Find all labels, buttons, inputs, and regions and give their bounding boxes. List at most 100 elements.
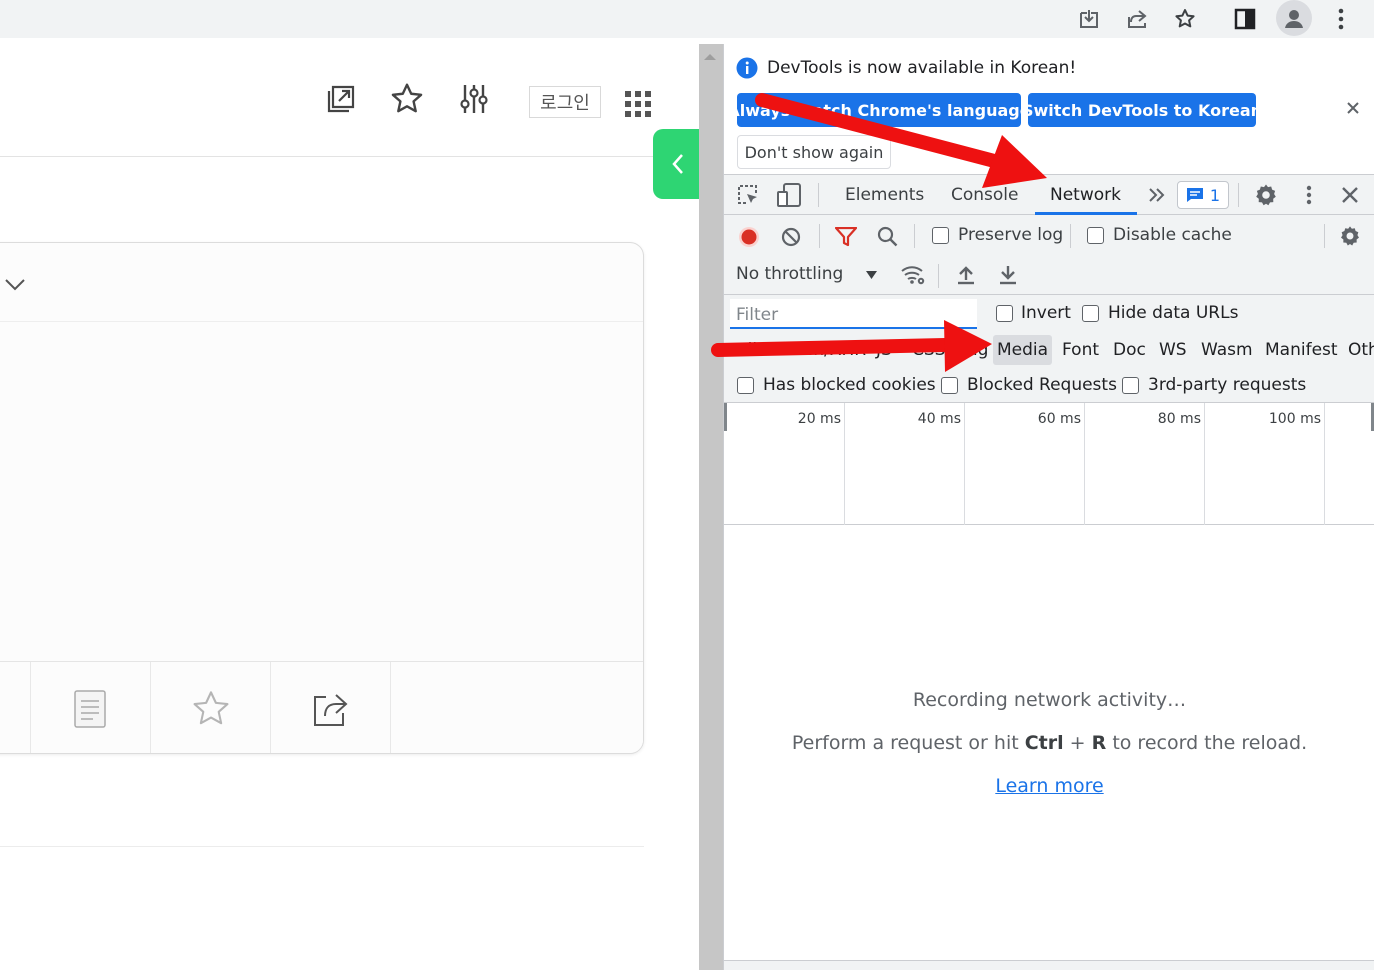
type-filter-other[interactable]: Other — [1344, 335, 1374, 365]
share-button[interactable] — [271, 662, 391, 753]
dont-show-again-button[interactable]: Don't show again — [737, 135, 891, 169]
import-har-icon[interactable] — [957, 265, 975, 285]
more-tabs-icon[interactable] — [1148, 187, 1166, 203]
toolbar-separator — [818, 183, 819, 207]
toolbar-separator — [1238, 183, 1239, 207]
document-icon — [73, 689, 109, 729]
message-icon — [1186, 187, 1204, 203]
side-panel-toggle[interactable] — [653, 129, 703, 199]
info-icon — [736, 57, 758, 79]
third-party-label: 3rd-party requests — [1148, 375, 1307, 395]
type-filter-css[interactable]: CSS — [908, 335, 949, 365]
blocked-requests-label: Blocked Requests — [967, 375, 1117, 395]
network-settings-gear-icon[interactable] — [1339, 225, 1361, 247]
type-filter-img[interactable]: Img — [952, 335, 992, 365]
open-external-icon[interactable] — [324, 82, 358, 116]
timeline-gridline — [964, 403, 965, 525]
shortcut-plus: + — [1063, 732, 1092, 754]
login-button[interactable]: 로그인 — [529, 86, 601, 118]
chevron-down-icon[interactable] — [3, 275, 27, 295]
toolbar-separator — [914, 224, 915, 248]
timeline-tick-label: 40 ms — [917, 411, 961, 427]
overview-left-handle[interactable] — [724, 403, 727, 431]
toolbar-separator — [819, 224, 820, 248]
blocked-requests-checkbox[interactable] — [941, 377, 958, 394]
switch-to-korean-button[interactable]: Switch DevTools to Korean — [1022, 93, 1262, 127]
star-icon — [190, 688, 232, 730]
learn-more-link[interactable]: Learn more — [724, 775, 1374, 797]
menu-icon[interactable] — [1326, 4, 1356, 34]
filter-funnel-icon[interactable] — [835, 227, 857, 247]
apps-grid-icon[interactable] — [624, 90, 652, 118]
infobar-close-icon[interactable] — [1346, 101, 1360, 115]
type-filter-wasm[interactable]: Wasm — [1197, 335, 1257, 365]
recording-message: Recording network activity… — [912, 689, 1187, 711]
tab-elements[interactable]: Elements — [845, 175, 924, 215]
type-filter-ws[interactable]: WS — [1155, 335, 1191, 365]
timeline-gridline — [1204, 403, 1205, 525]
type-filter-manifest[interactable]: Manifest — [1261, 335, 1342, 365]
customize-menu-icon[interactable] — [1306, 185, 1312, 205]
disable-cache-checkbox[interactable] — [1087, 227, 1104, 244]
issues-count: 1 — [1209, 185, 1221, 205]
third-party-checkbox[interactable] — [1122, 377, 1139, 394]
close-devtools-icon[interactable] — [1341, 186, 1359, 204]
filter-bar: Filter Invert Hide data URLs All Fetch/X… — [724, 295, 1374, 403]
install-icon[interactable] — [1074, 4, 1104, 34]
side-panel-icon[interactable] — [1230, 4, 1260, 34]
profile-icon — [1279, 4, 1309, 34]
settings-gear-icon[interactable] — [1254, 183, 1278, 207]
network-overview[interactable]: 20 ms 40 ms 60 ms 80 ms 100 ms — [724, 403, 1374, 525]
record-icon[interactable] — [738, 226, 760, 248]
throttling-select[interactable]: No throttling — [736, 264, 843, 284]
invert-label: Invert — [1021, 303, 1071, 323]
device-toolbar-icon[interactable] — [776, 183, 802, 207]
preserve-log-checkbox[interactable] — [932, 227, 949, 244]
infobar-message: DevTools is now available in Korean! — [767, 58, 1077, 78]
filter-input[interactable]: Filter — [730, 299, 977, 329]
share-icon — [312, 691, 350, 727]
export-har-icon[interactable] — [999, 265, 1017, 285]
page-scrollbar[interactable] — [699, 44, 723, 970]
network-conditions-icon[interactable] — [900, 264, 926, 286]
always-match-language-button[interactable]: Always match Chrome's language — [727, 93, 1031, 127]
timeline-tick-label: 80 ms — [1157, 411, 1201, 427]
document-button[interactable] — [31, 662, 151, 753]
toolbar-separator — [1070, 224, 1071, 248]
card-footer — [0, 661, 643, 753]
scroll-up-arrow-icon[interactable] — [704, 54, 716, 60]
tab-console[interactable]: Console — [951, 175, 1019, 215]
share-icon[interactable] — [1122, 4, 1152, 34]
shortcut-ctrl: Ctrl — [1024, 732, 1064, 754]
network-toolbar: Preserve log Disable cache — [724, 215, 1374, 257]
type-filter-js[interactable]: JS — [872, 335, 896, 365]
hide-data-urls-label: Hide data URLs — [1108, 303, 1239, 323]
clear-icon[interactable] — [781, 227, 801, 247]
type-filter-font[interactable]: Font — [1058, 335, 1103, 365]
invert-checkbox[interactable] — [996, 305, 1013, 322]
timeline-gridline — [1324, 403, 1325, 525]
star-icon[interactable] — [388, 80, 426, 118]
search-icon[interactable] — [877, 226, 898, 247]
timeline-tick-label: 20 ms — [797, 411, 841, 427]
type-filter-fetch-xhr[interactable]: Fetch/XHR — [774, 335, 870, 365]
section-divider — [0, 846, 644, 847]
type-filter-doc[interactable]: Doc — [1109, 335, 1150, 365]
favorite-button[interactable] — [151, 662, 271, 753]
inspect-element-icon[interactable] — [736, 183, 760, 207]
has-blocked-cookies-checkbox[interactable] — [737, 377, 754, 394]
reload-hint-suffix: to record the reload. — [1106, 732, 1308, 754]
card-header-divider — [0, 321, 643, 322]
bookmark-star-icon[interactable] — [1170, 4, 1200, 34]
type-filter-media[interactable]: Media — [993, 335, 1053, 365]
tab-network[interactable]: Network — [1050, 175, 1121, 215]
issues-badge[interactable]: 1 — [1177, 181, 1229, 209]
dropdown-arrow-icon[interactable] — [866, 271, 877, 279]
devtools-bottom-bar — [724, 960, 1374, 970]
sliders-icon[interactable] — [458, 82, 490, 116]
timeline-tick-label: 100 ms — [1268, 411, 1321, 427]
hide-data-urls-checkbox[interactable] — [1082, 305, 1099, 322]
type-filter-all[interactable]: All — [732, 335, 761, 365]
timeline-gridline — [1084, 403, 1085, 525]
timeline-gridline — [844, 403, 845, 525]
